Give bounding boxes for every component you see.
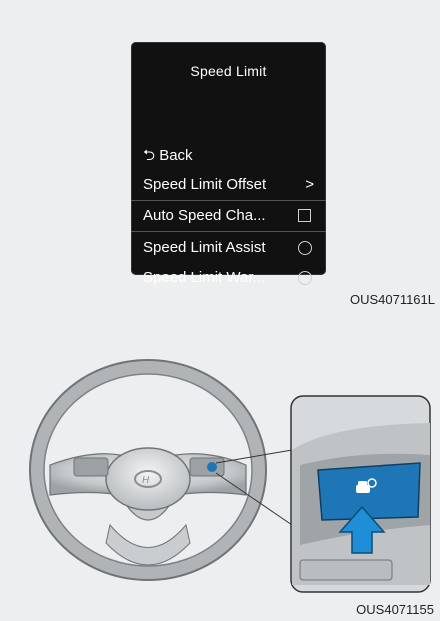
speed-limit-assist-item[interactable]: Speed Limit Assist — [131, 236, 326, 260]
speed-limit-offset-item[interactable]: Speed Limit Offset > — [131, 173, 326, 197]
back-label: Back — [159, 147, 193, 164]
back-menu-item[interactable]: ⮌ Back — [131, 144, 326, 168]
steering-wheel-svg: H — [29, 359, 431, 593]
speed-limit-warning-label: Speed Limit War... — [143, 269, 265, 286]
figure-code-bottom: OUS4071155 — [356, 602, 434, 617]
radio-icon[interactable] — [298, 271, 312, 285]
speed-limit-assist-label: Speed Limit Assist — [143, 239, 266, 256]
svg-text:H: H — [142, 475, 150, 486]
radio-icon[interactable] — [298, 241, 312, 255]
auto-speed-change-item[interactable]: Auto Speed Cha... — [131, 200, 326, 232]
menu-title: Speed Limit — [190, 63, 267, 79]
checkbox-icon[interactable] — [298, 209, 311, 222]
steering-wheel-illustration: H — [0, 355, 440, 600]
figure-code-top: OUS4071161L — [349, 292, 435, 307]
speed-limit-warning-item[interactable]: Speed Limit War... — [131, 266, 326, 290]
cluster-display: Speed Limit ⮌ Back Speed Limit Offset > … — [131, 42, 326, 286]
chevron-right-icon: > — [305, 176, 314, 193]
back-arrow-icon: ⮌ — [143, 147, 156, 164]
zoom-detail — [290, 395, 431, 593]
speed-limit-offset-label: Speed Limit Offset — [143, 176, 267, 193]
auto-speed-change-label: Auto Speed Cha... — [143, 207, 266, 224]
